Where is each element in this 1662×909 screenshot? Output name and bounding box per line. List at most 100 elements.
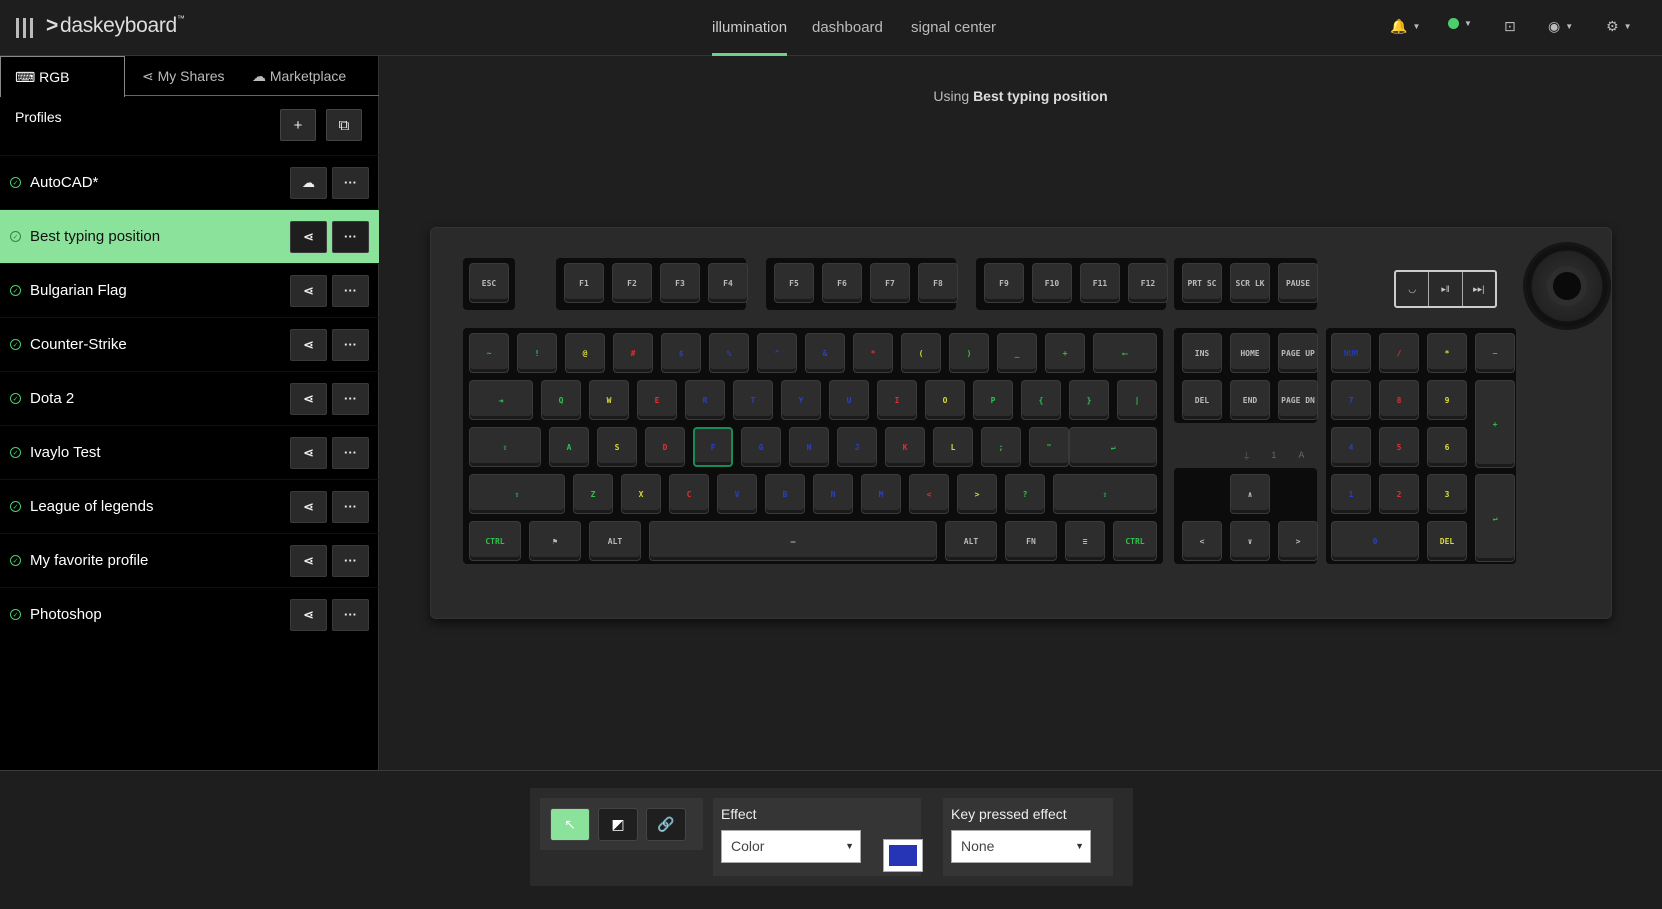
eraser-tool-button[interactable]: ◩ (598, 807, 638, 841)
more-options-button[interactable]: ··· (332, 328, 369, 361)
keyboard-key[interactable]: / (1379, 333, 1419, 373)
status-dot-icon[interactable]: ▼ (1448, 18, 1472, 29)
keyboard-key[interactable]: 5 (1379, 427, 1419, 467)
keyboard-key[interactable]: ⇧ (1053, 474, 1157, 514)
keyboard-key[interactable]: & (805, 333, 845, 373)
keyboard-key[interactable]: ⇧ (469, 474, 565, 514)
share-button[interactable]: ⋖ (290, 220, 327, 253)
more-options-button[interactable]: ··· (332, 274, 369, 307)
keyboard-key[interactable]: * (1427, 333, 1467, 373)
profile-item[interactable]: ✓ Photoshop ⋖ ··· (0, 587, 379, 641)
keyboard-key[interactable]: DEL (1427, 521, 1467, 561)
keyboard-key[interactable]: J (837, 427, 877, 467)
profile-item[interactable]: ✓ Dota 2 ⋖ ··· (0, 371, 379, 425)
keyboard-key[interactable]: FN (1005, 521, 1057, 561)
keyboard-key[interactable]: T (733, 380, 773, 420)
keyboard-key[interactable]: + (1475, 380, 1515, 468)
keyboard-key[interactable]: Z (573, 474, 613, 514)
keyboard-key[interactable]: _ (997, 333, 1037, 373)
keyboard-key[interactable]: PAUSE (1278, 263, 1318, 303)
keyboard-key[interactable]: $ (661, 333, 701, 373)
cloud-upload-button[interactable]: ☁ (290, 166, 327, 199)
keyboard-key[interactable]: + (1045, 333, 1085, 373)
keyboard-key[interactable]: N (813, 474, 853, 514)
duplicate-profile-button[interactable]: ⧉ (326, 109, 362, 141)
keyboard-key[interactable]: INS (1182, 333, 1222, 373)
keyboard-key[interactable]: B (765, 474, 805, 514)
keyboard-key[interactable]: SCR LK (1230, 263, 1270, 303)
keyboard-key[interactable]: U (829, 380, 869, 420)
keyboard-key[interactable]: ⇥ (469, 380, 533, 420)
keyboard-key[interactable]: P (973, 380, 1013, 420)
tab-rgb-profiles[interactable]: ⌨ RGB Profiles (0, 56, 125, 125)
keyboard-key[interactable]: @ (565, 333, 605, 373)
profile-item[interactable]: ✓ League of legends ⋖ ··· (0, 479, 379, 533)
keyboard-key[interactable]: 3 (1427, 474, 1467, 514)
tab-illumination[interactable]: illumination (712, 0, 788, 56)
link-tool-button[interactable]: 🔗 (646, 807, 686, 841)
more-options-button[interactable]: ··· (332, 490, 369, 523)
keyboard-key[interactable]: CTRL (469, 521, 521, 561)
keyboard-key[interactable]: F8 (918, 263, 958, 303)
keyboard-key[interactable]: Y (781, 380, 821, 420)
keyboard-key[interactable]: | (1117, 380, 1157, 420)
keyboard-key[interactable]: M (861, 474, 901, 514)
keyboard-key[interactable]: } (1069, 380, 1109, 420)
keyboard-key[interactable]: O (925, 380, 965, 420)
keyboard-key[interactable]: V (717, 474, 757, 514)
keyboard-key[interactable]: L (933, 427, 973, 467)
tab-signal-center[interactable]: signal center (911, 0, 996, 56)
more-options-button[interactable]: ··· (332, 544, 369, 577)
tab-my-shares[interactable]: ⋖ My Shares (128, 56, 239, 96)
keyboard-key[interactable]: PAGE UP (1278, 333, 1318, 373)
share-button[interactable]: ⋖ (290, 544, 327, 577)
profile-item[interactable]: ✓ Bulgarian Flag ⋖ ··· (0, 263, 379, 317)
keyboard-key[interactable]: 1 (1331, 474, 1371, 514)
keyboard-key[interactable]: ALT (589, 521, 641, 561)
keyboard-key[interactable]: F10 (1032, 263, 1072, 303)
keyboard-key[interactable]: ! (517, 333, 557, 373)
keyboard-key[interactable]: C (669, 474, 709, 514)
media-next-button[interactable]: ▸▸| (1463, 272, 1495, 306)
profile-item[interactable]: ✓ Ivaylo Test ⋖ ··· (0, 425, 379, 479)
keyboard-key[interactable]: ⚑ (529, 521, 581, 561)
media-play-pause-button[interactable]: ▸‖ (1429, 272, 1463, 306)
effect-color-swatch[interactable] (883, 839, 923, 872)
keyboard-key[interactable]: F2 (612, 263, 652, 303)
share-button[interactable]: ⋖ (290, 274, 327, 307)
add-profile-button[interactable]: + (280, 109, 316, 141)
more-options-button[interactable]: ··· (332, 166, 369, 199)
keyboard-key[interactable]: ~ (469, 333, 509, 373)
keyboard-key[interactable]: — (649, 521, 937, 561)
keyboard-key[interactable]: F3 (660, 263, 700, 303)
share-button[interactable]: ⋖ (290, 436, 327, 469)
keyboard-key[interactable]: R (685, 380, 725, 420)
keyboard-key[interactable]: H (789, 427, 829, 467)
keyboard-key[interactable]: 7 (1331, 380, 1371, 420)
keyboard-key[interactable]: PAGE DN (1278, 380, 1318, 420)
keyboard-key[interactable]: PRT SC (1182, 263, 1222, 303)
keyboard-key[interactable]: ∧ (1230, 474, 1270, 514)
keyboard-key[interactable]: 6 (1427, 427, 1467, 467)
keyboard-key[interactable]: < (909, 474, 949, 514)
keyboard-key[interactable]: > (957, 474, 997, 514)
profile-item[interactable]: ✓ Best typing position ⋖ ··· (0, 209, 379, 263)
share-button[interactable]: ⋖ (290, 598, 327, 631)
more-options-button[interactable]: ··· (332, 220, 369, 253)
keyboard-key[interactable]: ≡ (1065, 521, 1105, 561)
keyboard-key[interactable]: F4 (708, 263, 748, 303)
keyboard-key[interactable]: X (621, 474, 661, 514)
keyboard-key[interactable]: F7 (870, 263, 910, 303)
share-button[interactable]: ⋖ (290, 328, 327, 361)
keyboard-key[interactable]: ↵ (1475, 474, 1515, 562)
keyboard-key[interactable]: F9 (984, 263, 1024, 303)
tab-marketplace[interactable]: ☁ Marketplace (238, 56, 360, 96)
menu-icon[interactable] (16, 18, 33, 38)
keyboard-key[interactable]: ( (901, 333, 941, 373)
keyboard-key[interactable]: W (589, 380, 629, 420)
media-backlight-button[interactable]: ◡ (1396, 272, 1430, 306)
volume-knob[interactable] (1526, 245, 1608, 327)
select-tool-button[interactable]: ↖ (550, 807, 590, 841)
effect-select[interactable]: Color ▼ (721, 830, 861, 863)
keyboard-key[interactable]: F6 (822, 263, 862, 303)
